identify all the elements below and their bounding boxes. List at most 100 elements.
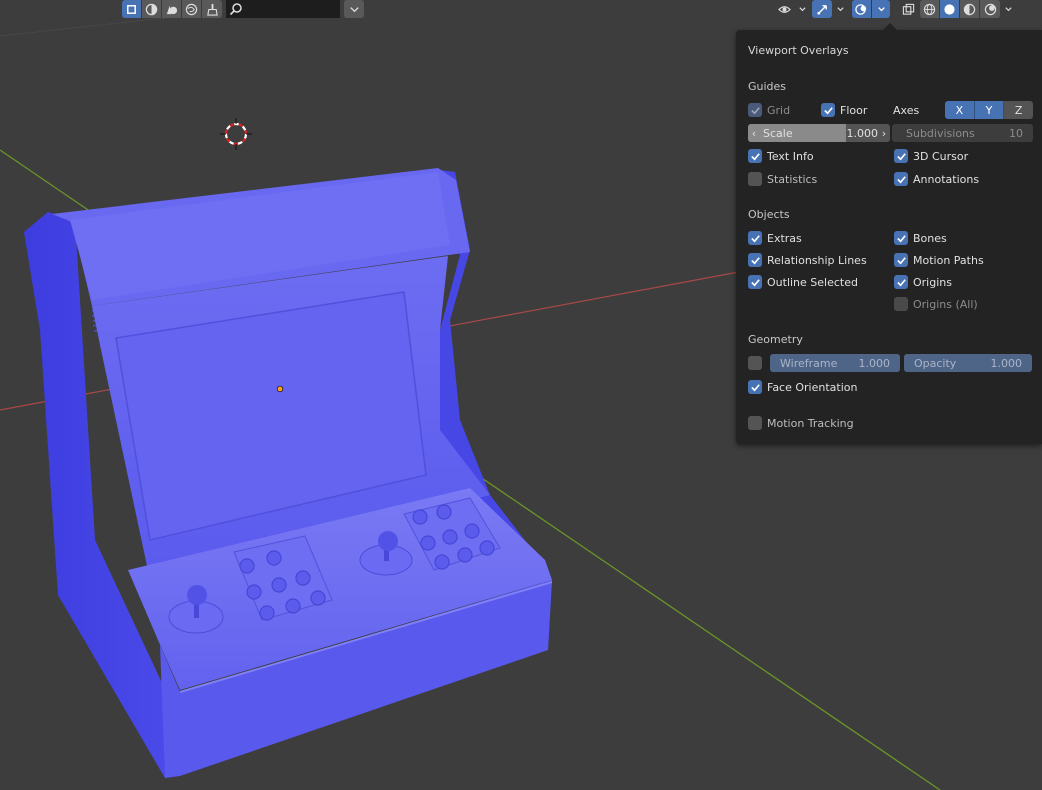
floor-label: Floor [840,103,868,117]
select-box-icon [127,4,136,14]
selectability-toolbar [122,0,364,18]
checkmark-icon [896,256,906,264]
wireframe-toggle[interactable] [748,355,767,371]
annotations-checkbox[interactable] [894,172,908,186]
relationship-lines-toggle[interactable]: Relationship Lines [748,252,867,268]
select-box-mode-button[interactable] [122,0,142,18]
chevron-down-icon [798,6,806,11]
scene-filter-button[interactable] [202,0,222,18]
face-orientation-toggle[interactable]: Face Orientation [748,379,857,395]
grid-checkbox[interactable] [748,103,762,117]
origins-all-label: Origins (All) [913,297,978,311]
statistics-toggle[interactable]: Statistics [748,171,817,187]
rendered-sphere-icon [984,3,996,15]
outline-selected-label: Outline Selected [767,275,858,289]
search-field[interactable] [226,0,340,18]
object-origin-dot [276,385,284,393]
light-filter-button[interactable] [162,0,182,18]
gizmo-dropdown[interactable] [832,0,848,18]
face-orientation-label: Face Orientation [767,380,858,394]
arcade-cabinet-model[interactable] [24,168,553,778]
chevron-down-icon [1004,6,1012,11]
chevron-down-icon [836,6,844,11]
opacity-value: 1.000 [990,356,1023,370]
extras-toggle[interactable]: Extras [748,230,802,246]
origins-all-checkbox[interactable] [894,297,908,311]
chevron-down-icon [349,6,359,12]
motion-tracking-checkbox[interactable] [748,416,762,430]
overlays-toggle-button[interactable] [852,0,872,18]
shading-dropdown[interactable] [1000,0,1016,18]
axis-z-toggle[interactable]: Z [1004,101,1034,119]
object-visibility-button[interactable] [774,0,794,18]
world-filter-button[interactable] [182,0,202,18]
motion-tracking-toggle[interactable]: Motion Tracking [748,415,854,431]
wireframe-shading-button[interactable] [920,0,940,18]
solid-shading-button[interactable] [940,0,960,18]
annotations-toggle[interactable]: Annotations [894,171,979,187]
origins-label: Origins [913,275,952,289]
motion-paths-toggle[interactable]: Motion Paths [894,252,984,268]
motion-paths-checkbox[interactable] [894,253,908,267]
wireframe-label: Wireframe [780,356,838,370]
world-icon [185,3,198,15]
extras-label: Extras [767,231,802,245]
chevron-down-icon [877,6,885,11]
rendered-shading-button[interactable] [980,0,1000,18]
subdivisions-field[interactable]: Subdivisions 10 [892,124,1033,142]
text-info-toggle[interactable]: Text Info [748,148,814,164]
scale-value: 1.000 [846,126,879,140]
popover-title: Viewport Overlays [748,44,849,57]
decrement-arrow-icon[interactable]: ‹ [748,127,760,140]
material-sphere-icon [963,3,976,15]
eye-icon [777,5,791,13]
origins-toggle[interactable]: Origins [894,274,952,290]
xray-icon [902,3,914,15]
axes-toggle-group: X Y Z [945,101,1034,119]
outline-selected-toggle[interactable]: Outline Selected [748,274,858,290]
search-icon [229,3,242,16]
filter-dropdown-button[interactable] [344,0,364,18]
wireframe-sphere-icon [923,3,936,15]
floor-checkbox[interactable] [821,103,835,117]
bones-toggle[interactable]: Bones [894,230,947,246]
material-shading-button[interactable] [960,0,980,18]
increment-arrow-icon[interactable]: › [878,127,890,140]
3d-cursor-icon[interactable] [220,118,252,150]
outline-selected-checkbox[interactable] [748,275,762,289]
checkmark-icon [750,278,760,286]
floor-toggle[interactable]: Floor [821,102,867,118]
gizmo-toggle-button[interactable] [812,0,832,18]
scale-slider[interactable]: ‹ Scale 1.000 › [748,124,890,142]
cursor-3d-checkbox[interactable] [894,149,908,163]
cursor-3d-label: 3D Cursor [913,149,969,163]
text-info-label: Text Info [767,149,814,163]
shading-sphere-icon [145,3,158,15]
checkmark-icon [823,106,833,114]
bones-checkbox[interactable] [894,231,908,245]
wireframe-slider[interactable]: Wireframe 1.000 [770,354,900,372]
grid-toggle[interactable]: Grid [748,102,790,118]
annotations-label: Annotations [913,172,980,186]
overlays-dropdown-button[interactable] [872,0,890,18]
opacity-slider[interactable]: Opacity 1.000 [904,354,1032,372]
origins-checkbox[interactable] [894,275,908,289]
bones-label: Bones [913,231,947,245]
wireframe-checkbox[interactable] [748,356,762,370]
light-icon [166,5,178,14]
axis-x-toggle[interactable]: X [945,101,975,119]
xray-toggle-button[interactable] [898,0,918,18]
material-preview-filter-button[interactable] [142,0,162,18]
relationship-lines-checkbox[interactable] [748,253,762,267]
text-info-checkbox[interactable] [748,149,762,163]
origins-all-toggle[interactable]: Origins (All) [894,296,978,312]
statistics-checkbox[interactable] [748,172,762,186]
visibility-dropdown[interactable] [794,0,810,18]
checkmark-icon [750,234,760,242]
extras-checkbox[interactable] [748,231,762,245]
face-orientation-checkbox[interactable] [748,380,762,394]
relationship-lines-label: Relationship Lines [767,253,867,267]
gizmo-icon [816,4,827,15]
axis-y-toggle[interactable]: Y [974,101,1005,119]
cursor-3d-toggle[interactable]: 3D Cursor [894,148,968,164]
